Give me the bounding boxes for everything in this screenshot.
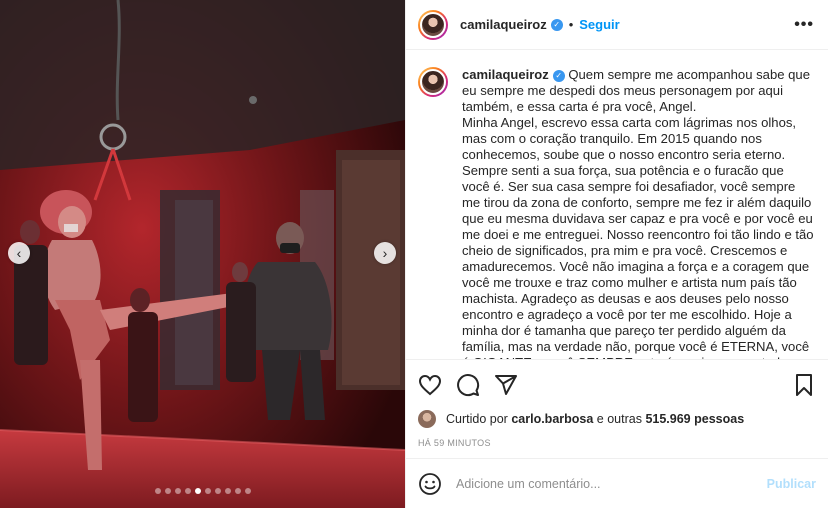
post-header: camilaqueiroz ✓ • Seguir ••• xyxy=(406,0,828,50)
carousel-dot xyxy=(234,488,241,494)
carousel-dot xyxy=(244,488,251,494)
likes-prefix: Curtido por xyxy=(446,412,508,426)
carousel-dot xyxy=(154,488,161,494)
emoji-icon[interactable] xyxy=(418,472,442,496)
verified-badge-icon: ✓ xyxy=(550,18,563,31)
likes-middle: e outras xyxy=(596,412,642,426)
heart-icon[interactable] xyxy=(418,373,442,397)
carousel-prev-button[interactable]: ‹ xyxy=(8,242,30,264)
carousel-next-button[interactable]: › xyxy=(374,242,396,264)
chevron-right-icon: › xyxy=(382,245,388,261)
actions-row xyxy=(418,372,816,398)
comment-bar: Publicar xyxy=(406,458,828,508)
caption-paragraph-1: camilaqueiroz ✓ Quem sempre me acompanhou… xyxy=(462,67,814,115)
likes-summary: Curtido por carlo.barbosa e outras 515.9… xyxy=(418,410,816,428)
avatar[interactable] xyxy=(418,67,448,97)
follow-button[interactable]: Seguir xyxy=(579,17,619,32)
post-timestamp[interactable]: HÁ 59 MINUTOS xyxy=(418,438,816,448)
post-photo[interactable]: ‹ › xyxy=(0,0,405,508)
carousel-dot xyxy=(164,488,171,494)
liker-avatar[interactable] xyxy=(418,410,436,428)
comment-input[interactable] xyxy=(456,476,767,491)
photo-scene xyxy=(0,0,405,508)
liker-username-link[interactable]: carlo.barbosa xyxy=(511,412,593,426)
caption-section: camilaqueiroz ✓ Quem sempre me acompanhou… xyxy=(406,51,828,359)
carousel-dot xyxy=(194,488,201,494)
actions-section: Curtido por carlo.barbosa e outras 515.9… xyxy=(406,359,828,448)
more-options-icon[interactable]: ••• xyxy=(794,16,814,34)
caption-paragraph-2: Minha Angel, escrevo essa carta com lágr… xyxy=(462,115,814,359)
carousel-dot xyxy=(174,488,181,494)
publish-button[interactable]: Publicar xyxy=(767,477,816,491)
carousel-indicator xyxy=(0,488,405,494)
carousel-dot xyxy=(224,488,231,494)
post-side-panel: camilaqueiroz ✓ • Seguir ••• camilaqueir… xyxy=(405,0,828,508)
comment-icon[interactable] xyxy=(456,373,480,397)
verified-badge-icon: ✓ xyxy=(552,69,565,82)
likes-count-link[interactable]: 515.969 pessoas xyxy=(645,412,744,426)
share-icon[interactable] xyxy=(494,373,518,397)
separator-dot: • xyxy=(568,17,574,32)
bookmark-icon[interactable] xyxy=(792,373,816,397)
chevron-left-icon: ‹ xyxy=(16,245,22,261)
avatar[interactable] xyxy=(418,9,448,40)
caption-username-link[interactable]: camilaqueiroz xyxy=(462,67,549,82)
caption-text: camilaqueiroz ✓ Quem sempre me acompanhou… xyxy=(462,67,814,359)
carousel-dot xyxy=(204,488,211,494)
carousel-dot xyxy=(214,488,221,494)
carousel-dot xyxy=(184,488,191,494)
username-link[interactable]: camilaqueiroz xyxy=(460,17,547,32)
